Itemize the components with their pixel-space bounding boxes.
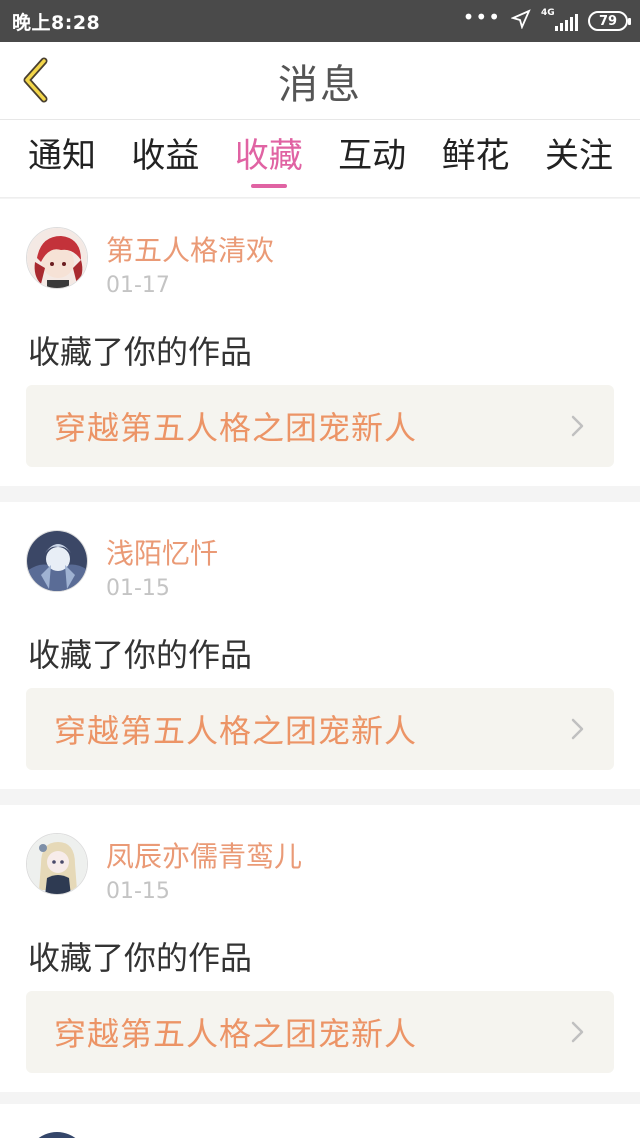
tab-favorites[interactable]: 收藏 [233,120,305,198]
status-time: 晚上8:28 [12,11,101,34]
username[interactable]: 浅陌忆忏 [106,532,218,572]
chevron-right-icon [571,718,584,740]
timestamp: 01-15 [106,879,170,904]
battery-level: 79 [598,13,618,29]
work-title: 穿越第五人格之团宠新人 [54,409,418,447]
timestamp: 01-17 [106,273,170,298]
tab-interactions[interactable]: 互动 [336,120,408,198]
next-card-partial [0,1104,640,1138]
tab-bar: 通知 收益 收藏 互动 鲜花 关注 [0,120,640,198]
tab-flowers[interactable]: 鲜花 [440,120,512,198]
tab-notifications[interactable]: 通知 [26,120,98,198]
avatar[interactable] [26,833,88,895]
signal-icon: 4G [541,8,578,31]
avatar[interactable] [26,530,88,592]
work-title: 穿越第五人格之团宠新人 [54,712,418,750]
page-title: 消息 [278,61,362,108]
username[interactable]: 凤辰亦儒青鸾儿 [106,835,302,875]
nav-bar: 消息 [0,42,640,120]
action-text: 收藏了你的作品 [28,939,253,977]
location-arrow-icon [510,9,531,33]
avatar[interactable] [26,227,88,289]
work-title: 穿越第五人格之团宠新人 [54,1015,418,1053]
status-icons: ••• 4G 79 [462,5,631,33]
tab-follows[interactable]: 关注 [543,120,615,198]
tab-earnings[interactable]: 收益 [129,120,201,198]
back-button[interactable] [10,54,60,106]
chevron-right-icon [571,415,584,437]
message-list: 第五人格清欢 01-17 收藏了你的作品 穿越第五人格之团宠新人 浅陌忆忏 01… [0,199,640,1108]
list-item: 第五人格清欢 01-17 收藏了你的作品 穿越第五人格之团宠新人 [0,199,640,486]
work-link[interactable]: 穿越第五人格之团宠新人 [26,991,614,1073]
work-link[interactable]: 穿越第五人格之团宠新人 [26,385,614,467]
username[interactable]: 第五人格清欢 [106,229,274,269]
chevron-left-icon [23,57,48,103]
timestamp: 01-15 [106,576,170,601]
network-type: 4G [541,8,555,18]
work-link[interactable]: 穿越第五人格之团宠新人 [26,688,614,770]
battery-icon: 79 [588,11,631,31]
more-dots-icon: ••• [462,5,501,29]
list-item: 浅陌忆忏 01-15 收藏了你的作品 穿越第五人格之团宠新人 [0,502,640,789]
chevron-right-icon [571,1021,584,1043]
action-text: 收藏了你的作品 [28,636,253,674]
avatar[interactable] [26,1132,88,1138]
list-item: 凤辰亦儒青鸾儿 01-15 收藏了你的作品 穿越第五人格之团宠新人 [0,805,640,1092]
action-text: 收藏了你的作品 [28,333,253,371]
status-bar: 晚上8:28 ••• 4G 79 [0,0,640,42]
